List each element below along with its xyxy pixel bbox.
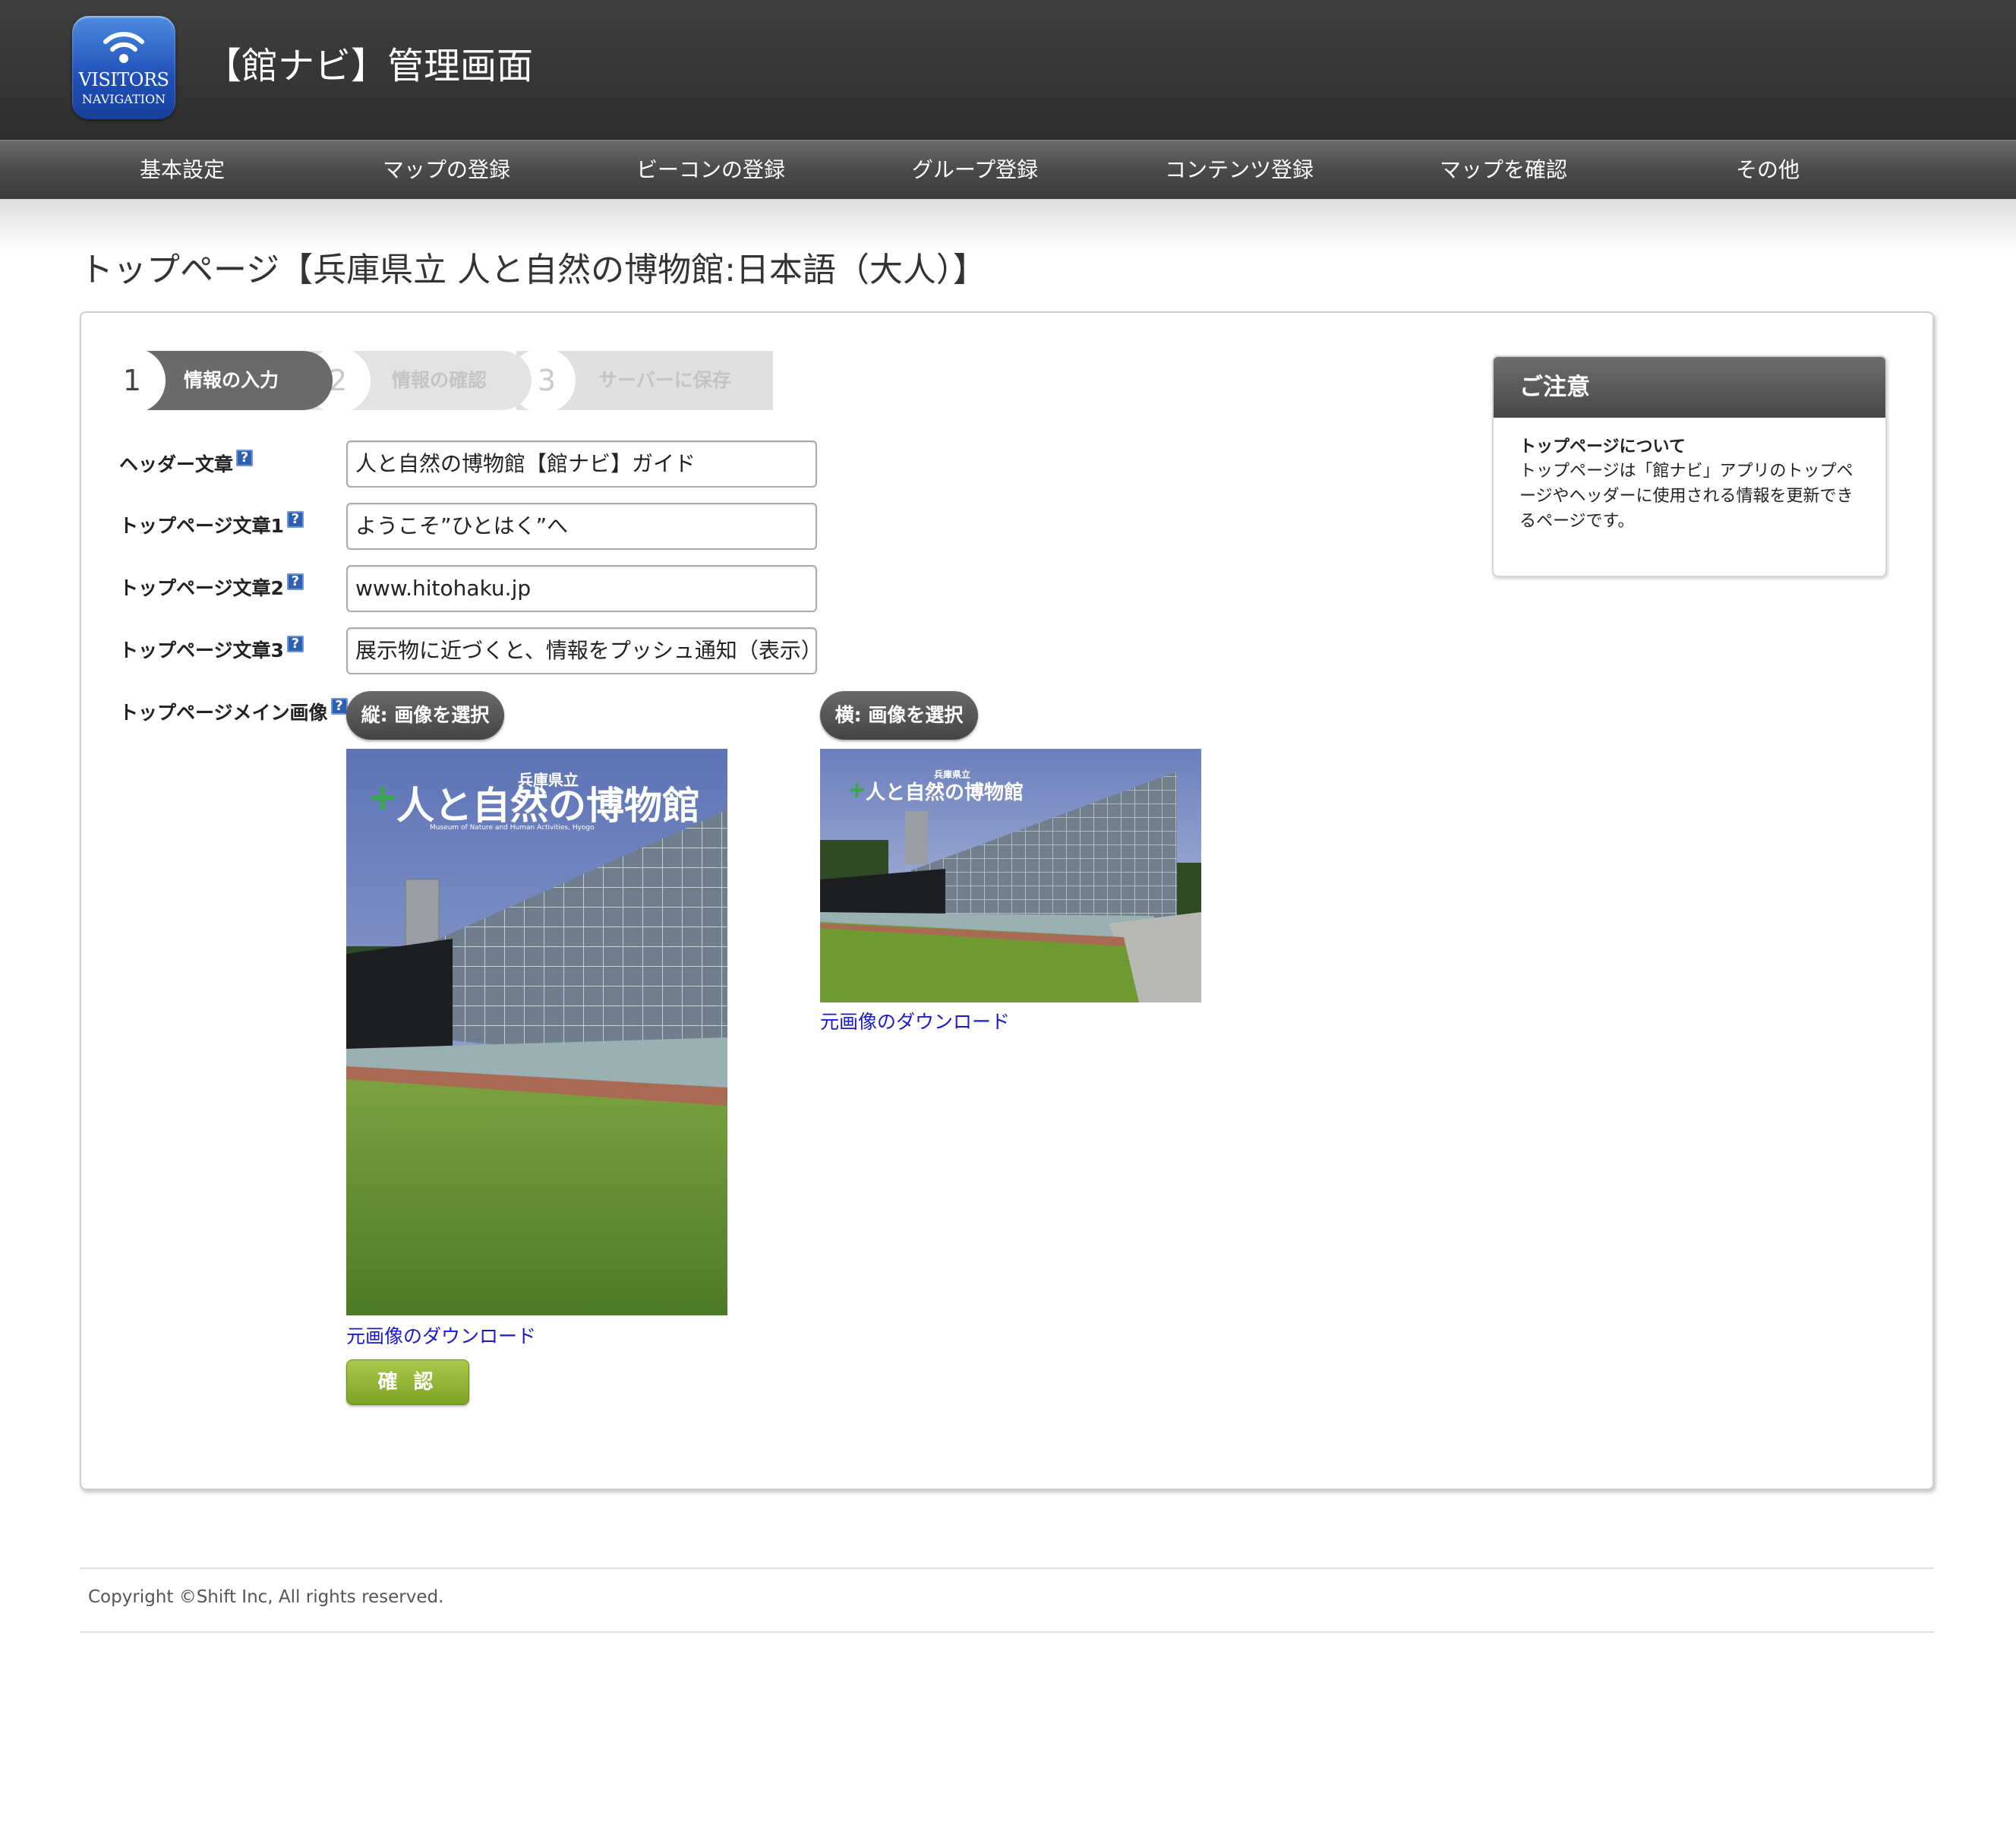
museum-logo-prefix-small: 兵庫県立	[934, 769, 970, 780]
header-text-label-text: ヘッダー文章	[119, 453, 234, 475]
help-icon[interactable]: ?	[330, 698, 348, 715]
svg-text:+: +	[847, 777, 866, 803]
help-icon[interactable]: ?	[286, 636, 304, 652]
portrait-museum-photo: + 人と自然の博物館 兵庫県立 Museum of Nature and Hum…	[346, 749, 727, 1315]
notice-title: ご注意	[1494, 357, 1885, 418]
museum-logo-text: 人と自然の博物館	[396, 784, 700, 828]
confirm-button[interactable]: 確 認	[346, 1359, 469, 1405]
landscape-download-link[interactable]: 元画像のダウンロード	[820, 1007, 1010, 1034]
top-text3-input[interactable]: 展示物に近づくと、情報をプッシュ通知（表示）し	[346, 627, 817, 674]
step-1-label: 情報の入力	[184, 369, 279, 391]
nav-item-other[interactable]: その他	[1636, 141, 1900, 199]
help-icon[interactable]: ?	[286, 511, 304, 528]
nav-item-beacon-register[interactable]: ビーコンの登録	[579, 141, 843, 199]
museum-logo-en: Museum of Nature and Human Activities, H…	[430, 824, 595, 832]
nav-item-content-register[interactable]: コンテンツ登録	[1107, 141, 1371, 199]
wifi-icon	[103, 32, 144, 63]
svg-text:+: +	[368, 776, 398, 819]
step-1-number: 1	[122, 364, 142, 397]
main-image-label: トップページメイン画像?	[119, 698, 348, 725]
notice-body: トップページは「館ナビ」アプリのトップページやヘッダーに使用される情報を更新でき…	[1519, 462, 1854, 531]
notice-subtitle: トップページについて	[1519, 437, 1686, 456]
nav-shadow	[0, 199, 2016, 252]
visitors-navigation-logo[interactable]: VISITORS NAVIGATION	[72, 16, 175, 119]
top-text3-label: トップページ文章3?	[119, 636, 304, 663]
help-icon[interactable]: ?	[236, 450, 254, 466]
main-nav: 基本設定 マップの登録 ビーコンの登録 グループ登録 コンテンツ登録 マップを確…	[0, 140, 2016, 199]
copyright: Copyright ©Shift Inc, All rights reserve…	[88, 1587, 444, 1607]
step-indicator: 3 サーバーに保存 2 情報の確認 1 情報の入力	[111, 348, 775, 413]
app-title: 【館ナビ】管理画面	[205, 45, 534, 87]
top-text1-input[interactable]: ようこそ”ひとはく”へ	[346, 503, 817, 550]
portrait-image-select-button[interactable]: 縦: 画像を選択	[346, 691, 504, 740]
nav-item-basic-settings[interactable]: 基本設定	[50, 141, 314, 199]
landscape-museum-photo: + 人と自然の博物館 兵庫県立	[820, 749, 1201, 1002]
step-2-label: 情報の確認	[392, 369, 487, 391]
top-text2-label-text: トップページ文章2	[119, 577, 284, 599]
notice-box: ご注意 トップページについて トップページは「館ナビ」アプリのトップページやヘッ…	[1492, 355, 1887, 577]
top-text2-label: トップページ文章2?	[119, 573, 304, 601]
top-text3-label-text: トップページ文章3	[119, 639, 284, 661]
logo-text-navigation: NAVIGATION	[81, 92, 166, 106]
step-3-label: サーバーに保存	[598, 369, 731, 391]
landscape-image-select-button[interactable]: 横: 画像を選択	[820, 691, 978, 740]
top-text1-label-text: トップページ文章1	[119, 515, 284, 537]
header-text-input[interactable]: 人と自然の博物館【館ナビ】ガイド	[346, 440, 817, 488]
museum-logo-text-small: 人と自然の博物館	[866, 781, 1024, 804]
museum-logo-prefix: 兵庫県立	[518, 771, 579, 789]
help-icon[interactable]: ?	[286, 573, 304, 590]
nav-item-group-register[interactable]: グループ登録	[843, 141, 1107, 199]
top-text1-label: トップページ文章1?	[119, 511, 304, 538]
footer-divider-bottom	[80, 1631, 1934, 1633]
logo-text-visitors: VISITORS	[78, 69, 169, 90]
nav-item-map-register[interactable]: マップの登録	[314, 141, 579, 199]
portrait-download-link[interactable]: 元画像のダウンロード	[346, 1321, 536, 1349]
main-image-label-text: トップページメイン画像	[119, 702, 328, 724]
header-text-label: ヘッダー文章?	[119, 450, 254, 477]
footer-divider-top	[80, 1568, 1934, 1569]
nav-item-map-check[interactable]: マップを確認	[1371, 141, 1636, 199]
page-title: トップページ【兵庫県立 人と自然の博物館:日本語（大人）】	[80, 251, 986, 289]
top-text2-input[interactable]: www.hitohaku.jp	[346, 565, 817, 612]
app-header: VISITORS NAVIGATION 【館ナビ】管理画面	[0, 0, 2016, 140]
